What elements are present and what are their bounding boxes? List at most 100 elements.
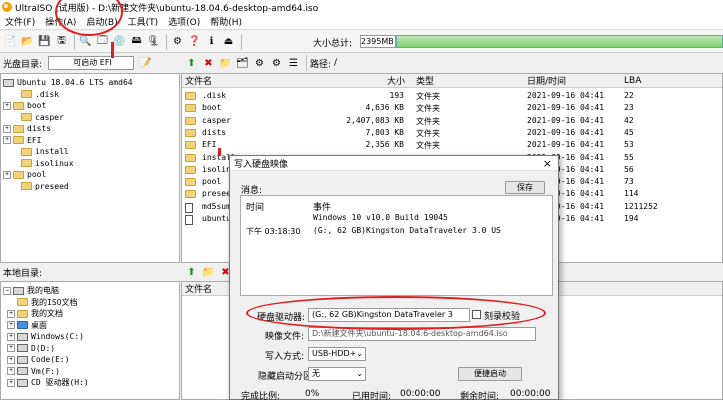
- table-row[interactable]: .disk 193 文件夹 2021-09-16 04:41 22: [182, 91, 722, 103]
- table-row[interactable]: boot 4,636 KB 文件夹 2021-09-16 04:41 23: [182, 103, 722, 115]
- expand-icon[interactable]: +: [3, 136, 11, 145]
- mount-icon[interactable]: 🖴: [129, 34, 144, 49]
- menu-help[interactable]: 帮助(H): [205, 15, 247, 28]
- toolbar-separator: [306, 55, 307, 71]
- local-col-name[interactable]: 文件名: [185, 282, 212, 295]
- cell-type: 文件夹: [416, 92, 440, 101]
- tree-item[interactable]: + 桌面: [3, 320, 177, 332]
- tree-item[interactable]: + CD 驱动器(H:): [3, 377, 177, 389]
- cell-date: 2021-09-16 04:41: [527, 115, 605, 125]
- expand-icon[interactable]: +: [7, 344, 15, 353]
- col-date[interactable]: 日期/时间: [527, 74, 566, 87]
- path-value: /: [334, 58, 338, 68]
- tree-item[interactable]: casper: [3, 112, 177, 124]
- extract-icon[interactable]: 🔍: [78, 34, 93, 49]
- cell-name: .disk: [202, 91, 227, 100]
- cell-name: boot: [202, 103, 222, 113]
- expand-icon[interactable]: +: [7, 367, 15, 376]
- tree-item[interactable]: + 我的文档: [3, 308, 177, 320]
- expand-icon[interactable]: +: [7, 332, 15, 341]
- help-icon[interactable]: ❓: [187, 34, 202, 49]
- cell-lba: 23: [624, 103, 634, 113]
- table-row[interactable]: casper 2,407,083 KB 文件夹 2021-09-16 04:41 42: [182, 116, 722, 128]
- tree-item[interactable]: + boot: [3, 100, 177, 112]
- save-as-icon[interactable]: 🖫: [54, 34, 69, 49]
- open-icon[interactable]: 📂: [20, 34, 35, 49]
- table-row[interactable]: dists 7,803 KB 文件夹 2021-09-16 04:41 45: [182, 128, 722, 140]
- boot-type-field[interactable]: 可启动 EFI: [48, 56, 135, 70]
- up-arrow-icon[interactable]: ⬆: [184, 265, 199, 280]
- size-total-value: 2395MB: [360, 35, 396, 48]
- collapse-icon[interactable]: −: [3, 286, 11, 295]
- close-icon[interactable]: ×: [543, 157, 552, 170]
- remaining-label: 剩余时间:: [460, 392, 500, 400]
- tree-item[interactable]: + D(D:): [3, 343, 177, 355]
- expand-icon[interactable]: +: [3, 170, 11, 179]
- folder-icon: [21, 90, 32, 99]
- message-log[interactable]: 时间 事件 Windows 10 v10.0 Build 19045 下午 03…: [240, 195, 553, 296]
- computer-icon: [13, 286, 24, 295]
- edit-icon[interactable]: 📝: [138, 56, 153, 71]
- col-type[interactable]: 类型: [416, 74, 434, 87]
- expand-icon[interactable]: +: [7, 378, 15, 387]
- rename-icon[interactable]: 🗂: [235, 56, 250, 71]
- table-row[interactable]: EFI 2,356 KB 文件夹 2021-09-16 04:41 53: [182, 140, 722, 152]
- menu-file[interactable]: 文件(F): [0, 15, 40, 28]
- gear-icon[interactable]: ⚙: [269, 56, 284, 71]
- cell-lba: 56: [624, 164, 634, 174]
- delete-icon[interactable]: ✖: [201, 56, 216, 71]
- tree-item[interactable]: preseed: [3, 181, 177, 193]
- tree-item[interactable]: install: [3, 146, 177, 158]
- expand-icon[interactable]: +: [3, 101, 11, 110]
- folder-icon: [185, 141, 196, 150]
- write-mode-select[interactable]: USB-HDD+ ⌄: [308, 347, 366, 361]
- menu-options[interactable]: 选项(O): [163, 15, 205, 28]
- drive-icon: [17, 332, 28, 341]
- image-dir-label: 光盘目录:: [3, 59, 43, 70]
- col-name[interactable]: 文件名: [185, 74, 212, 87]
- log-event: (G:, 62 GB)Kingston DataTraveler 3.0 US: [313, 226, 501, 235]
- up-arrow-icon[interactable]: ⬆: [184, 56, 199, 71]
- write-mode-label: 写入方式:: [265, 352, 305, 362]
- settings-icon[interactable]: ⚙: [170, 34, 185, 49]
- tree-item[interactable]: isolinux: [3, 158, 177, 170]
- expand-icon[interactable]: +: [7, 355, 15, 364]
- folder-icon: [13, 136, 24, 145]
- tree-root[interactable]: Ubuntu 18.04.6 LTS amd64: [3, 77, 177, 89]
- properties-icon[interactable]: 🗔: [95, 34, 110, 49]
- new-folder-icon[interactable]: 📁: [218, 56, 233, 71]
- new-folder-icon[interactable]: 📁: [201, 265, 216, 280]
- tree-item[interactable]: .disk: [3, 89, 177, 101]
- view-icon[interactable]: ☰: [286, 56, 301, 71]
- tree-item[interactable]: + Vm(F:): [3, 366, 177, 378]
- expand-icon[interactable]: +: [7, 321, 15, 330]
- hidden-partition-select[interactable]: 无 ⌄: [308, 367, 366, 381]
- toolbar-separator: [241, 33, 242, 50]
- col-lba[interactable]: LBA: [624, 76, 641, 86]
- compress-icon[interactable]: 🗜: [146, 34, 161, 49]
- tree-item[interactable]: + dists: [3, 123, 177, 135]
- exit-icon[interactable]: ⏏: [221, 34, 236, 49]
- expand-icon[interactable]: +: [3, 124, 11, 133]
- info-icon[interactable]: ℹ: [204, 34, 219, 49]
- save-icon[interactable]: 💾: [37, 34, 52, 49]
- folder-icon: [21, 182, 32, 191]
- tree-item[interactable]: + Code(E:): [3, 354, 177, 366]
- expand-icon[interactable]: +: [7, 309, 15, 318]
- remaining-value: 00:00:00: [510, 389, 551, 399]
- tree-item[interactable]: 我的ISO文档: [3, 297, 177, 309]
- cell-date: 2021-09-16 04:41: [527, 103, 605, 113]
- menu-tools[interactable]: 工具(T): [123, 15, 164, 28]
- quick-boot-button[interactable]: 便捷启动: [458, 367, 522, 381]
- tree-item[interactable]: + Windows(C:): [3, 331, 177, 343]
- new-icon[interactable]: 📄: [3, 34, 18, 49]
- save-log-button[interactable]: 保存: [505, 181, 545, 194]
- annotation-circle-drive: [246, 296, 546, 330]
- tree-item[interactable]: + EFI: [3, 135, 177, 147]
- tree-item[interactable]: − 我的电脑: [3, 285, 177, 297]
- burn-icon[interactable]: 💿: [112, 34, 127, 49]
- tree-item[interactable]: + pool: [3, 169, 177, 181]
- col-size[interactable]: 大小: [387, 74, 405, 87]
- folder-icon: [185, 190, 196, 199]
- refresh-icon[interactable]: ⚙: [252, 56, 267, 71]
